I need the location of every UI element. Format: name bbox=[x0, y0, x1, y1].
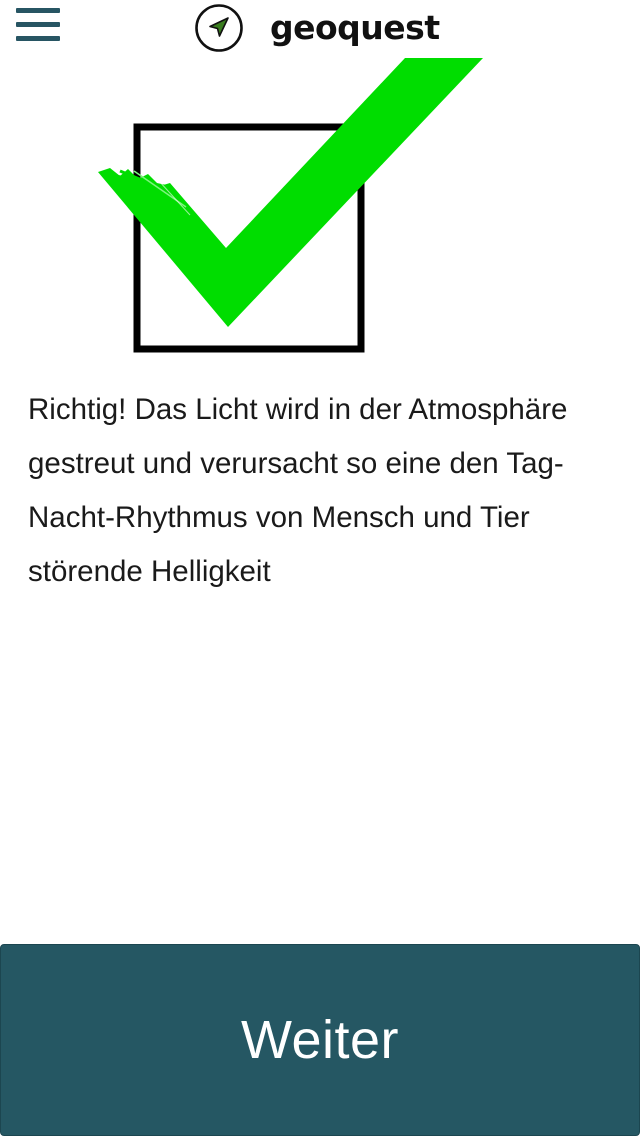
checkmark-in-box-icon bbox=[98, 58, 483, 353]
hamburger-menu-icon-bar bbox=[16, 36, 60, 41]
app-screen: geoquest Richtig! Das Licht wird in der … bbox=[0, 0, 640, 1136]
brand-name: geoquest bbox=[270, 8, 440, 47]
result-message: Richtig! Das Licht wird in der Atmosphär… bbox=[28, 393, 568, 588]
brand: geoquest bbox=[194, 3, 440, 53]
hamburger-menu-icon-bar bbox=[16, 22, 60, 27]
navigation-arrow-icon bbox=[195, 4, 243, 52]
menu-button[interactable] bbox=[16, 6, 62, 48]
app-header: geoquest bbox=[0, 0, 640, 58]
next-button[interactable]: Weiter bbox=[0, 944, 640, 1136]
hamburger-menu-icon bbox=[16, 8, 60, 13]
next-button-label: Weiter bbox=[240, 1010, 400, 1070]
